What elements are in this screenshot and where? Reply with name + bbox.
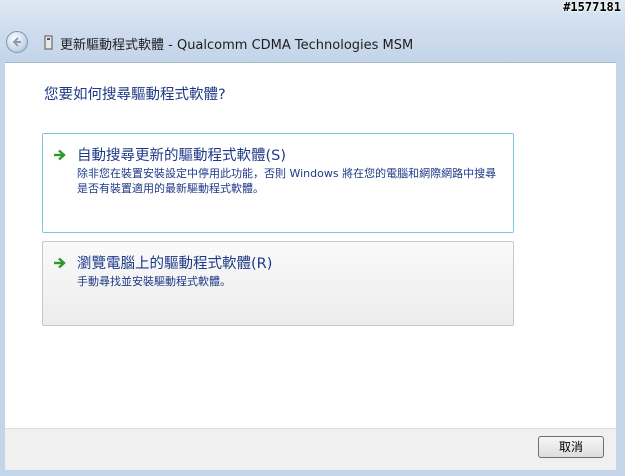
wizard-window: 更新驅動程式軟體 - Qualcomm CDMA Technologies MS… <box>0 0 625 476</box>
option-browse-computer[interactable]: 瀏覽電腦上的驅動程式軟體(R) 手動尋找並安裝驅動程式軟體。 <box>42 241 514 326</box>
page-heading: 您要如何搜尋驅動程式軟體? <box>44 87 226 103</box>
back-arrow-icon <box>12 37 21 47</box>
device-icon <box>44 35 53 50</box>
option-browse-computer-title: 瀏覽電腦上的驅動程式軟體(R) <box>77 256 273 272</box>
watermark: #1577181 <box>563 0 621 14</box>
title-bar: 更新驅動程式軟體 - Qualcomm CDMA Technologies MS… <box>0 0 625 62</box>
option-auto-search-title: 自動搜尋更新的驅動程式軟體(S) <box>77 148 287 164</box>
footer-bar: 取消 <box>5 428 616 470</box>
back-button[interactable] <box>6 31 28 53</box>
green-arrow-icon <box>54 257 66 269</box>
option-auto-search-description: 除非您在裝置安裝設定中停用此功能，否則 Windows 將在您的電腦和網際網路中… <box>77 167 497 195</box>
option-auto-search[interactable]: 自動搜尋更新的驅動程式軟體(S) 除非您在裝置安裝設定中停用此功能，否則 Win… <box>42 133 514 233</box>
window-title: 更新驅動程式軟體 - Qualcomm CDMA Technologies MS… <box>60 38 414 53</box>
option-browse-computer-description: 手動尋找並安裝驅動程式軟體。 <box>77 275 231 288</box>
cancel-button[interactable]: 取消 <box>538 436 604 458</box>
green-arrow-icon <box>54 149 66 161</box>
content-panel: 您要如何搜尋驅動程式軟體? 自動搜尋更新的驅動程式軟體(S) 除非您在裝置安裝設… <box>5 62 616 428</box>
